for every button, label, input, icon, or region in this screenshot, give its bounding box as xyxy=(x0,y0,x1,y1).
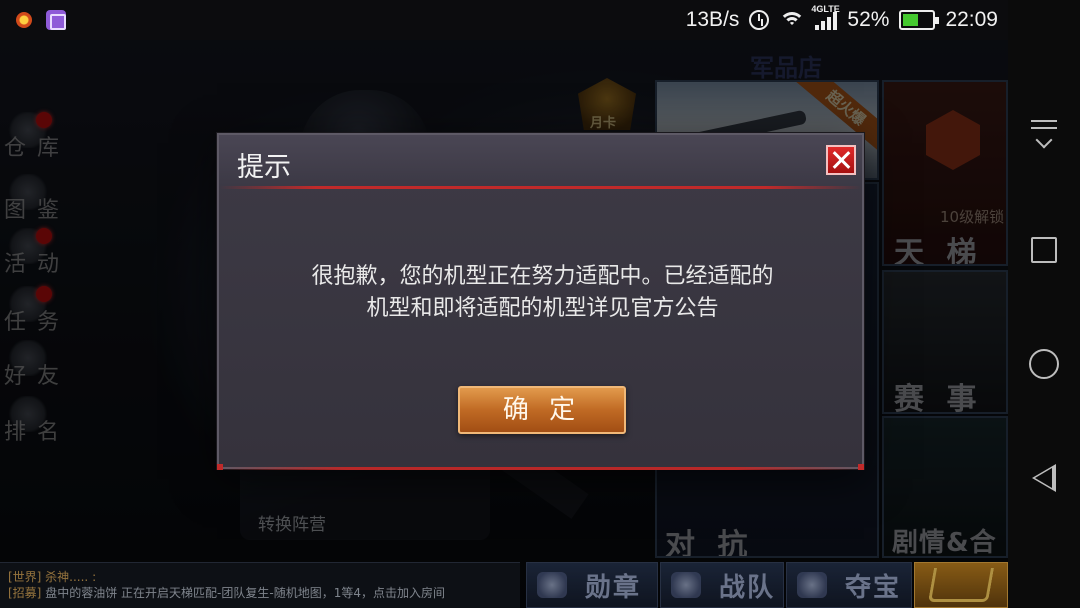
home-button[interactable] xyxy=(1008,328,1080,400)
android-nav-bar xyxy=(1008,0,1080,608)
circle-icon xyxy=(1029,349,1059,379)
network-type-label: 4GLTE xyxy=(811,4,840,14)
dialog-header: 提示 xyxy=(219,135,862,189)
signal-icon: 4GLTE xyxy=(811,4,840,30)
clock: 22:09 xyxy=(945,8,998,31)
net-speed: 13B/s xyxy=(685,8,740,31)
notice-dialog: 提示 很抱歉，您的机型正在努力适配中。已经适配的 机型和即将适配的机型详见官方公… xyxy=(217,133,864,470)
square-icon xyxy=(1031,237,1057,263)
wifi-icon xyxy=(779,10,806,30)
battery-level-fill xyxy=(903,14,918,26)
gallery-app-icon xyxy=(46,10,66,30)
status-bar: 13B/s 4GLTE 52% 22:09 xyxy=(0,0,1080,40)
notification-pulldown-button[interactable] xyxy=(1008,98,1080,170)
close-icon xyxy=(832,151,850,169)
pulldown-icon xyxy=(1031,120,1057,149)
dialog-corner-ornament xyxy=(858,464,864,470)
back-button[interactable] xyxy=(1008,442,1080,514)
back-triangle-icon xyxy=(1032,464,1056,492)
dialog-message-line1: 很抱歉，您的机型正在努力适配中。已经适配的 xyxy=(311,264,774,289)
confirm-button[interactable]: 确 定 xyxy=(458,386,626,434)
battery-icon xyxy=(899,10,940,30)
dialog-message: 很抱歉，您的机型正在努力适配中。已经适配的 机型和即将适配的机型详见官方公告 xyxy=(259,261,826,325)
close-button[interactable] xyxy=(826,145,856,175)
dialog-title: 提示 xyxy=(237,152,291,183)
alarm-icon xyxy=(749,10,770,30)
battery-percent: 52% xyxy=(847,8,890,31)
dialog-corner-ornament xyxy=(217,464,223,470)
notification-app-icon xyxy=(16,12,32,28)
dialog-message-line2: 机型和即将适配的机型详见官方公告 xyxy=(366,296,719,321)
recent-apps-button[interactable] xyxy=(1008,214,1080,286)
